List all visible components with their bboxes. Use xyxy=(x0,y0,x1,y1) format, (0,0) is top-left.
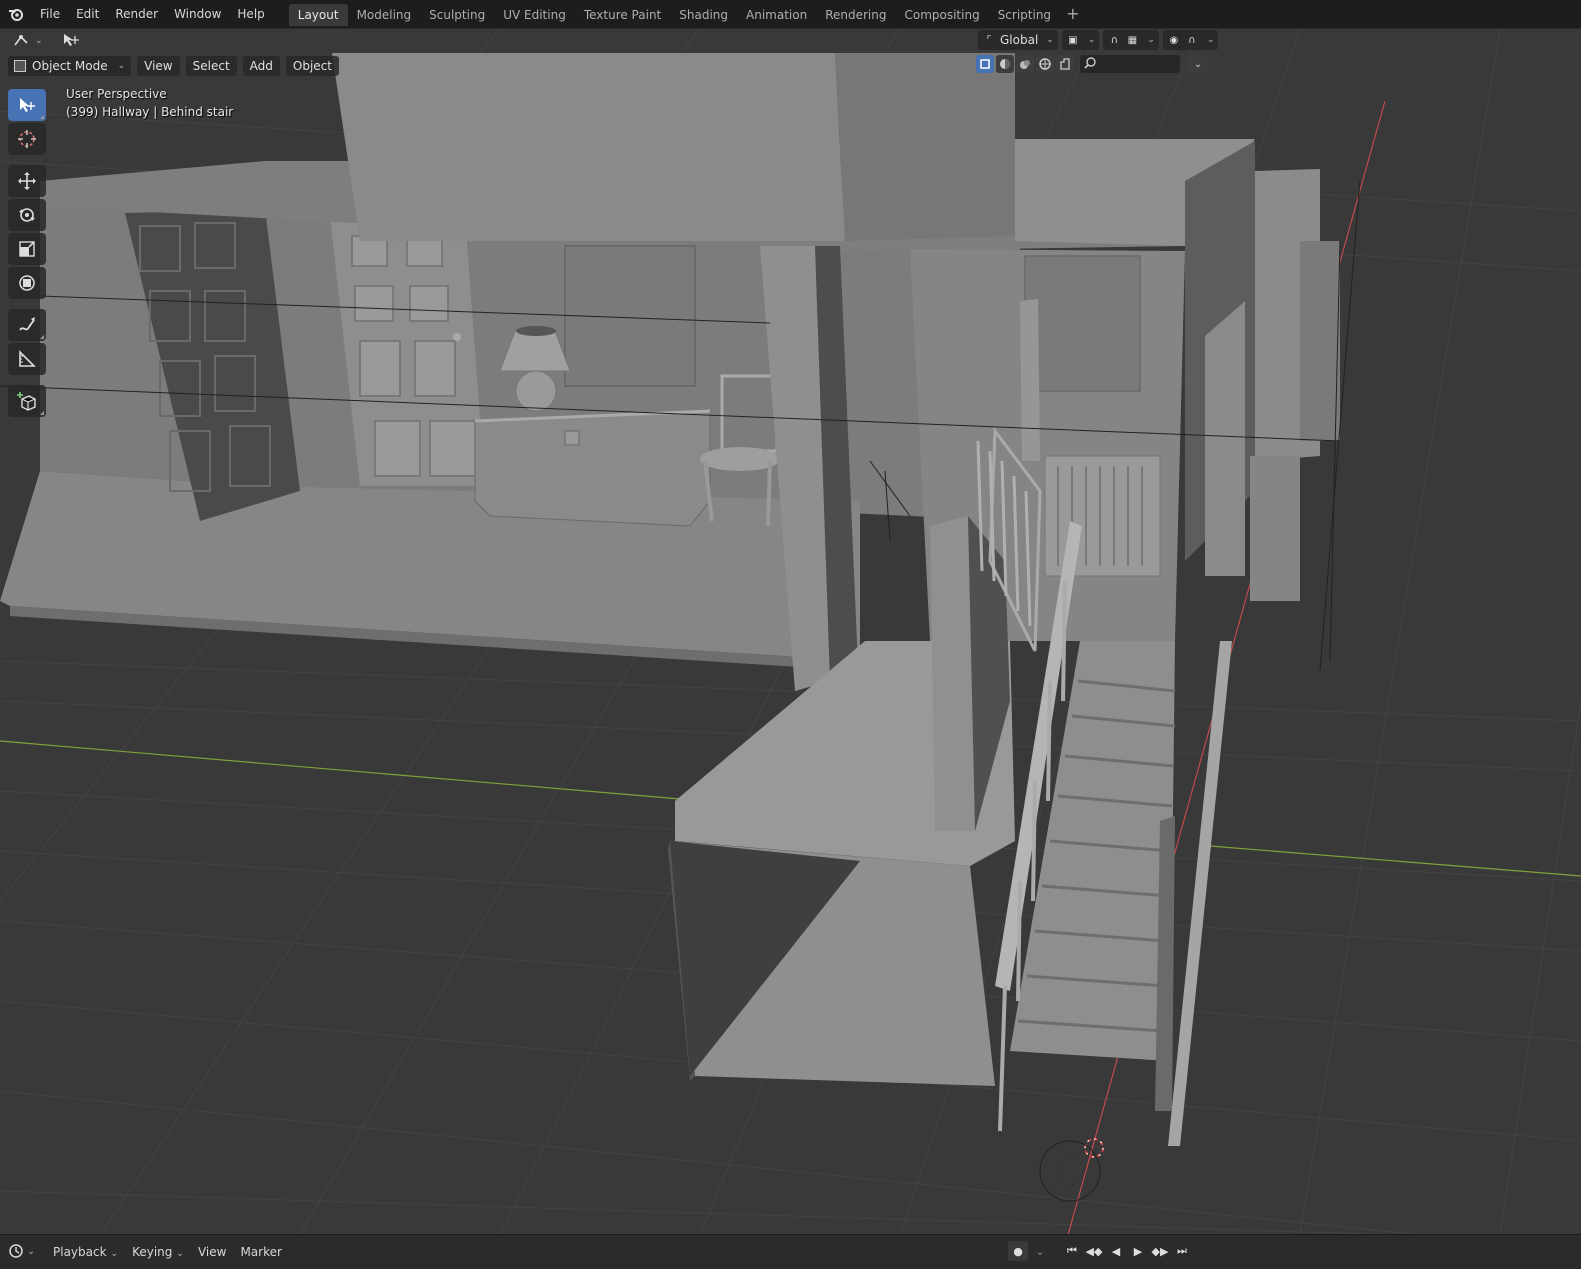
pivot-point-select[interactable]: ▣ ⌄ xyxy=(1061,30,1100,50)
transform-tool-button[interactable] xyxy=(56,30,86,52)
annotate-icon[interactable] xyxy=(8,309,46,341)
scene-render[interactable] xyxy=(0,29,1581,1234)
perspective-label: User Perspective xyxy=(66,87,167,101)
playback-label: Playback xyxy=(53,1245,107,1259)
tab-animation[interactable]: Animation xyxy=(737,4,816,26)
timeline-view-menu[interactable]: View xyxy=(191,1242,233,1262)
snap-increment-icon[interactable]: ▦ xyxy=(1125,33,1139,47)
object-mode-label: Object Mode xyxy=(32,59,108,73)
rotate-icon[interactable] xyxy=(8,199,46,231)
orientation-axes-icon: ⌜ xyxy=(986,34,992,46)
viewport-search-input[interactable] xyxy=(1080,55,1180,73)
orientation-label: Global xyxy=(1000,33,1039,47)
transform-orientation-select[interactable]: ⌜ Global ⌄ xyxy=(978,30,1058,50)
keying-label: Keying xyxy=(132,1245,173,1259)
menu-edit[interactable]: Edit xyxy=(68,0,107,28)
next-keyframe-icon[interactable]: ◆▶ xyxy=(1150,1241,1170,1261)
viewport-header: ⌄ xyxy=(0,29,86,53)
tab-shading[interactable]: Shading xyxy=(670,4,737,26)
viewport-menu-view[interactable]: View xyxy=(137,56,180,76)
viewport-menu-object[interactable]: Object xyxy=(285,56,339,76)
scale-icon[interactable] xyxy=(8,233,46,265)
tab-uv-editing[interactable]: UV Editing xyxy=(494,4,575,26)
jump-end-icon[interactable]: ⏭ xyxy=(1172,1241,1192,1261)
top-bar: File Edit Render Window Help Layout Mode… xyxy=(0,0,1581,28)
move-icon[interactable] xyxy=(8,165,46,197)
timeline-marker-menu[interactable]: Marker xyxy=(233,1242,288,1262)
chevron-down-icon: ⌄ xyxy=(1206,35,1215,45)
magnet-icon[interactable]: ∩ xyxy=(1107,33,1121,47)
clock-icon xyxy=(9,1243,23,1261)
viewport-menu-add[interactable]: Add xyxy=(242,56,280,76)
menu-window[interactable]: Window xyxy=(166,0,229,28)
blender-logo-icon[interactable] xyxy=(0,0,32,28)
measure-icon[interactable] xyxy=(8,343,46,375)
workspace-tabs: Layout Modeling Sculpting UV Editing Tex… xyxy=(288,0,1086,28)
tab-texture-paint[interactable]: Texture Paint xyxy=(575,4,670,26)
tab-rendering[interactable]: Rendering xyxy=(816,4,895,26)
object-mode-select[interactable]: Object Mode ⌄ xyxy=(8,56,132,76)
select-extend-icon[interactable] xyxy=(996,55,1014,73)
tab-sculpting[interactable]: Sculpting xyxy=(420,4,494,26)
proportional-edit-icon[interactable]: ◉ xyxy=(1167,33,1181,47)
chevron-down-icon: ⌄ xyxy=(1193,58,1203,70)
chevron-down-icon: ⌄ xyxy=(110,1249,119,1259)
chevron-down-icon: ⌄ xyxy=(35,36,43,46)
editor-type-icon xyxy=(13,33,31,50)
search-icon xyxy=(1084,56,1096,72)
record-options-chevron-icon[interactable]: ⌄ xyxy=(1030,1241,1050,1261)
select-box-mode-icon[interactable] xyxy=(976,55,994,73)
timeline-header: ⌄ Playback ⌄ Keying ⌄ View Marker ● ⌄ ⏮ ◀◆… xyxy=(0,1234,1581,1269)
tab-scripting[interactable]: Scripting xyxy=(989,4,1060,26)
move-arrows-icon xyxy=(61,32,81,51)
shading-options-button[interactable]: ⌄ xyxy=(1188,55,1208,73)
viewport-menu-select[interactable]: Select xyxy=(185,56,237,76)
select-intersect-icon[interactable] xyxy=(1056,55,1074,73)
add-cube-icon[interactable] xyxy=(8,385,46,417)
jump-start-icon[interactable]: ⏮ xyxy=(1062,1241,1082,1261)
add-workspace-icon[interactable]: + xyxy=(1060,0,1085,28)
play-icon[interactable]: ▶ xyxy=(1128,1241,1148,1261)
menu-file[interactable]: File xyxy=(32,0,68,28)
chevron-down-icon: ⌄ xyxy=(117,61,126,71)
chevron-down-icon: ⌄ xyxy=(1046,35,1054,45)
tab-modeling[interactable]: Modeling xyxy=(348,4,421,26)
3d-viewport[interactable]: ⌄ Object Mode ⌄ View Select Add Object ⌜… xyxy=(0,28,1581,1234)
active-object-info: (399) Hallway | Behind stair xyxy=(66,105,234,119)
falloff-curve-icon[interactable]: ∩ xyxy=(1185,33,1199,47)
tab-layout[interactable]: Layout xyxy=(288,4,348,26)
proportional-editing-group[interactable]: ◉ ∩ ⌄ xyxy=(1162,30,1219,50)
select-box-icon[interactable] xyxy=(8,89,46,121)
chevron-down-icon: ⌄ xyxy=(176,1249,184,1259)
select-subtract-icon[interactable] xyxy=(1016,55,1034,73)
timeline-playback-menu[interactable]: Playback ⌄ xyxy=(46,1242,125,1262)
cursor-icon[interactable] xyxy=(8,123,46,155)
chevron-down-icon: ⌄ xyxy=(1087,35,1096,45)
record-keyframe-icon[interactable]: ● xyxy=(1008,1241,1028,1261)
viewport-shading-row: ⌄ xyxy=(976,55,1208,73)
chevron-down-icon: ⌄ xyxy=(1147,35,1155,45)
viewport-right-header: ⌜ Global ⌄ ▣ ⌄ ∩ ▦ ⌄ ◉ ∩ ⌄ xyxy=(978,30,1219,50)
chevron-down-icon: ⌄ xyxy=(27,1247,35,1257)
select-invert-icon[interactable] xyxy=(1036,55,1054,73)
editor-type-button[interactable]: ⌄ xyxy=(8,30,48,52)
viewport-mode-row: Object Mode ⌄ View Select Add Object xyxy=(8,55,339,77)
menu-render[interactable]: Render xyxy=(107,0,166,28)
transform-icon[interactable] xyxy=(8,267,46,299)
snapping-group[interactable]: ∩ ▦ ⌄ xyxy=(1103,30,1159,50)
timeline-keying-menu[interactable]: Keying ⌄ xyxy=(125,1242,191,1262)
timeline-editor-type-button[interactable]: ⌄ xyxy=(6,1242,38,1262)
pivot-point-icon: ▣ xyxy=(1068,34,1078,46)
menu-help[interactable]: Help xyxy=(229,0,272,28)
tool-shelf xyxy=(8,87,50,419)
prev-keyframe-icon[interactable]: ◀◆ xyxy=(1084,1241,1104,1261)
tab-compositing[interactable]: Compositing xyxy=(895,4,988,26)
playback-controls: ● ⌄ ⏮ ◀◆ ◀ ▶ ◆▶ ⏭ xyxy=(1008,1241,1192,1261)
play-reverse-icon[interactable]: ◀ xyxy=(1106,1241,1126,1261)
object-mode-icon xyxy=(14,60,26,72)
